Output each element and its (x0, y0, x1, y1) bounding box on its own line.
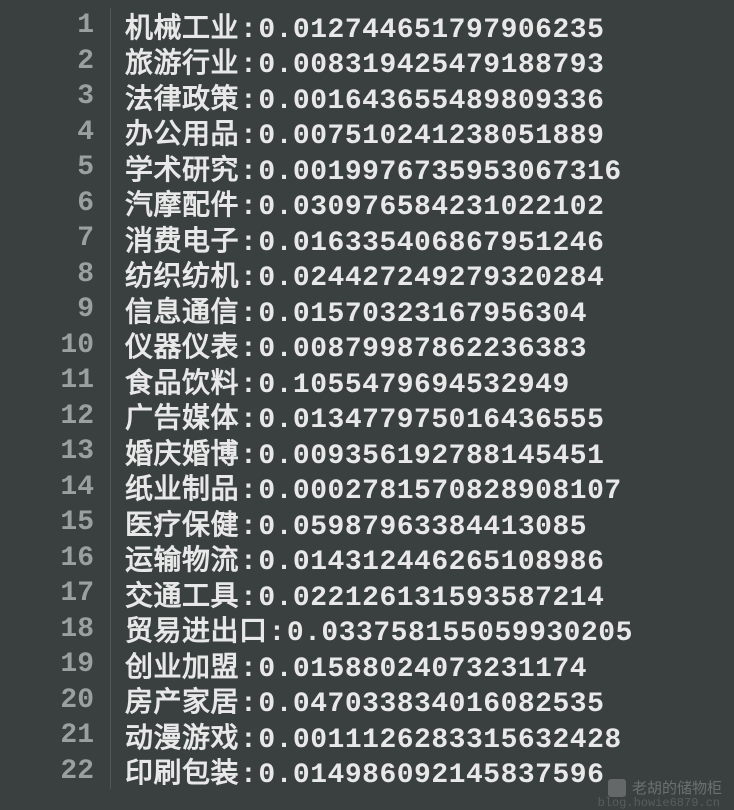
line-number: 19 (0, 649, 110, 680)
category-label: 旅游行业 (125, 47, 239, 78)
editor-line[interactable]: 20房产家居:0.047033834016082535 (0, 683, 734, 719)
line-number: 17 (0, 578, 110, 609)
editor-line[interactable]: 6汽摩配件:0.030976584231022102 (0, 186, 734, 222)
line-number: 21 (0, 720, 110, 751)
line-number: 11 (0, 365, 110, 396)
editor-line[interactable]: 13婚庆婚博:0.009356192788145451 (0, 434, 734, 470)
category-label: 纺织纺机 (125, 260, 239, 291)
line-number: 3 (0, 81, 110, 112)
category-label: 食品饮料 (125, 367, 239, 398)
line-content[interactable]: 印刷包装:0.014986092145837596 (111, 751, 604, 791)
line-content[interactable]: 动漫游戏:0.0011126283315632428 (111, 716, 622, 756)
editor-line[interactable]: 19创业加盟:0.01588024073231174 (0, 647, 734, 683)
category-label: 纸业制品 (125, 473, 239, 504)
category-label: 消费电子 (125, 225, 239, 256)
category-label: 医疗保健 (125, 509, 239, 540)
category-label: 法律政策 (125, 83, 239, 114)
line-content[interactable]: 旅游行业:0.008319425479188793 (111, 41, 604, 81)
category-label: 动漫游戏 (125, 722, 239, 753)
editor-line[interactable]: 4办公用品:0.007510241238051889 (0, 115, 734, 151)
line-number: 16 (0, 543, 110, 574)
category-label: 交通工具 (125, 580, 239, 611)
line-content[interactable]: 医疗保健:0.05987963384413085 (111, 503, 587, 543)
separator: : (240, 760, 257, 791)
editor-line[interactable]: 3法律政策:0.001643655489809336 (0, 79, 734, 115)
line-number: 18 (0, 614, 110, 645)
line-content[interactable]: 信息通信:0.01570323167956304 (111, 290, 587, 330)
category-label: 房产家居 (125, 686, 239, 717)
line-content[interactable]: 纸业制品:0.0002781570828908107 (111, 467, 622, 507)
category-label: 印刷包装 (125, 757, 239, 788)
category-label: 运输物流 (125, 544, 239, 575)
line-content[interactable]: 广告媒体:0.013477975016436555 (111, 396, 604, 436)
line-content[interactable]: 法律政策:0.001643655489809336 (111, 77, 604, 117)
line-content[interactable]: 运输物流:0.014312446265108986 (111, 538, 604, 578)
category-label: 仪器仪表 (125, 331, 239, 362)
editor-line[interactable]: 7消费电子:0.016335406867951246 (0, 221, 734, 257)
editor-line[interactable]: 10仪器仪表:0.00879987862236383 (0, 328, 734, 364)
line-number: 14 (0, 472, 110, 503)
editor-line[interactable]: 2旅游行业:0.008319425479188793 (0, 44, 734, 80)
category-label: 学术研究 (125, 154, 239, 185)
editor-line[interactable]: 1机械工业:0.012744651797906235 (0, 8, 734, 44)
editor-line[interactable]: 16运输物流:0.014312446265108986 (0, 541, 734, 577)
watermark: 老胡的储物柜 (608, 777, 722, 798)
editor-line[interactable]: 11食品饮料:0.1055479694532949 (0, 363, 734, 399)
line-number: 15 (0, 507, 110, 538)
editor-line[interactable]: 5学术研究:0.0019976735953067316 (0, 150, 734, 186)
probability-value: 0.014986092145837596 (258, 760, 604, 791)
category-label: 创业加盟 (125, 651, 239, 682)
line-content[interactable]: 汽摩配件:0.030976584231022102 (111, 183, 604, 223)
line-number: 2 (0, 46, 110, 77)
line-content[interactable]: 消费电子:0.016335406867951246 (111, 219, 604, 259)
line-content[interactable]: 婚庆婚博:0.009356192788145451 (111, 432, 604, 472)
editor-line[interactable]: 8纺织纺机:0.024427249279320284 (0, 257, 734, 293)
editor-line[interactable]: 9信息通信:0.01570323167956304 (0, 292, 734, 328)
line-content[interactable]: 贸易进出口:0.033758155059930205 (111, 609, 633, 649)
line-content[interactable]: 仪器仪表:0.00879987862236383 (111, 325, 587, 365)
category-label: 办公用品 (125, 118, 239, 149)
line-content[interactable]: 机械工业:0.012744651797906235 (111, 6, 604, 46)
line-number: 5 (0, 152, 110, 183)
line-number: 1 (0, 10, 110, 41)
line-number: 20 (0, 685, 110, 716)
line-content[interactable]: 房产家居:0.047033834016082535 (111, 680, 604, 720)
category-label: 贸易进出口 (125, 615, 268, 646)
editor-line[interactable]: 15医疗保健:0.05987963384413085 (0, 505, 734, 541)
line-number: 12 (0, 401, 110, 432)
line-number: 7 (0, 223, 110, 254)
code-editor[interactable]: 1机械工业:0.0127446517979062352旅游行业:0.008319… (0, 0, 734, 808)
editor-line[interactable]: 12广告媒体:0.013477975016436555 (0, 399, 734, 435)
editor-line[interactable]: 21动漫游戏:0.0011126283315632428 (0, 718, 734, 754)
line-number: 22 (0, 756, 110, 787)
line-content[interactable]: 创业加盟:0.01588024073231174 (111, 645, 587, 685)
line-number: 6 (0, 188, 110, 219)
line-number: 9 (0, 294, 110, 325)
watermark-text: 老胡的储物柜 (632, 777, 722, 798)
category-label: 广告媒体 (125, 402, 239, 433)
line-content[interactable]: 纺织纺机:0.024427249279320284 (111, 254, 604, 294)
category-label: 信息通信 (125, 296, 239, 327)
line-number: 4 (0, 117, 110, 148)
line-number: 8 (0, 259, 110, 290)
category-label: 汽摩配件 (125, 189, 239, 220)
editor-line[interactable]: 14纸业制品:0.0002781570828908107 (0, 470, 734, 506)
category-label: 机械工业 (125, 12, 239, 43)
editor-line[interactable]: 18贸易进出口:0.033758155059930205 (0, 612, 734, 648)
line-content[interactable]: 办公用品:0.007510241238051889 (111, 112, 604, 152)
line-number: 13 (0, 436, 110, 467)
editor-line[interactable]: 17交通工具:0.022126131593587214 (0, 576, 734, 612)
line-content[interactable]: 食品饮料:0.1055479694532949 (111, 361, 570, 401)
wechat-icon (608, 779, 626, 797)
line-content[interactable]: 交通工具:0.022126131593587214 (111, 574, 604, 614)
category-label: 婚庆婚博 (125, 438, 239, 469)
line-content[interactable]: 学术研究:0.0019976735953067316 (111, 148, 622, 188)
line-number: 10 (0, 330, 110, 361)
